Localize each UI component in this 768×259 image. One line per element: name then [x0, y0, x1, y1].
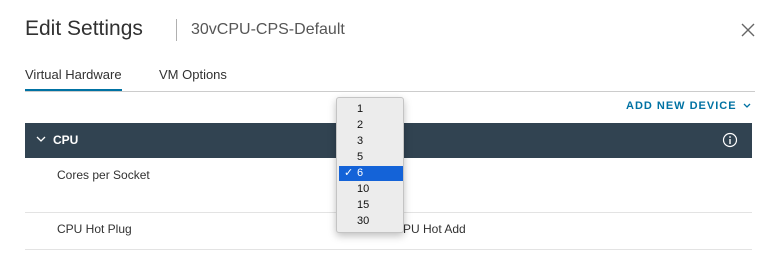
title-separator [176, 19, 177, 41]
add-new-device-label: ADD NEW DEVICE [626, 100, 737, 112]
cpu-section-label: CPU [53, 133, 79, 147]
dropdown-option[interactable]: 2 [339, 118, 403, 133]
dialog-subtitle: 30vCPU-CPS-Default [191, 21, 345, 38]
info-icon[interactable] [722, 132, 738, 148]
dropdown-option[interactable]: 5 [339, 150, 403, 165]
dialog-title: Edit Settings [25, 17, 143, 40]
dropdown-option[interactable]: 3 [339, 134, 403, 149]
tab-virtual-hardware[interactable]: Virtual Hardware [25, 67, 122, 92]
cpu-hot-add-option[interactable]: PU Hot Add [403, 222, 466, 236]
dropdown-option[interactable]: 30 [339, 214, 403, 229]
row-divider [25, 249, 752, 250]
checkmark-icon: ✓ [344, 167, 354, 179]
option-label: 15 [357, 199, 370, 211]
option-label: 2 [357, 119, 364, 131]
dropdown-option[interactable]: 15 [339, 198, 403, 213]
option-label: 1 [357, 103, 364, 115]
option-label: 10 [357, 183, 370, 195]
add-new-device-button[interactable]: ADD NEW DEVICE [626, 100, 751, 112]
cores-per-socket-dropdown[interactable]: 1 2 3 5 ✓ 6 10 15 30 [336, 97, 404, 233]
dropdown-option[interactable]: 1 [339, 102, 403, 117]
tab-divider [25, 91, 755, 92]
tab-vm-options[interactable]: VM Options [159, 67, 227, 82]
option-label: 3 [357, 135, 364, 147]
dropdown-option-selected[interactable]: ✓ 6 [339, 166, 403, 181]
option-label: 5 [357, 151, 364, 163]
option-label: 6 [357, 167, 364, 179]
dropdown-option[interactable]: 10 [339, 182, 403, 197]
chevron-down-icon[interactable] [36, 135, 46, 143]
cpu-hot-plug-label: CPU Hot Plug [57, 222, 132, 236]
chevron-down-icon [743, 103, 751, 109]
cores-per-socket-label: Cores per Socket [57, 168, 150, 182]
option-label: 30 [357, 215, 370, 227]
close-icon[interactable] [739, 21, 757, 39]
